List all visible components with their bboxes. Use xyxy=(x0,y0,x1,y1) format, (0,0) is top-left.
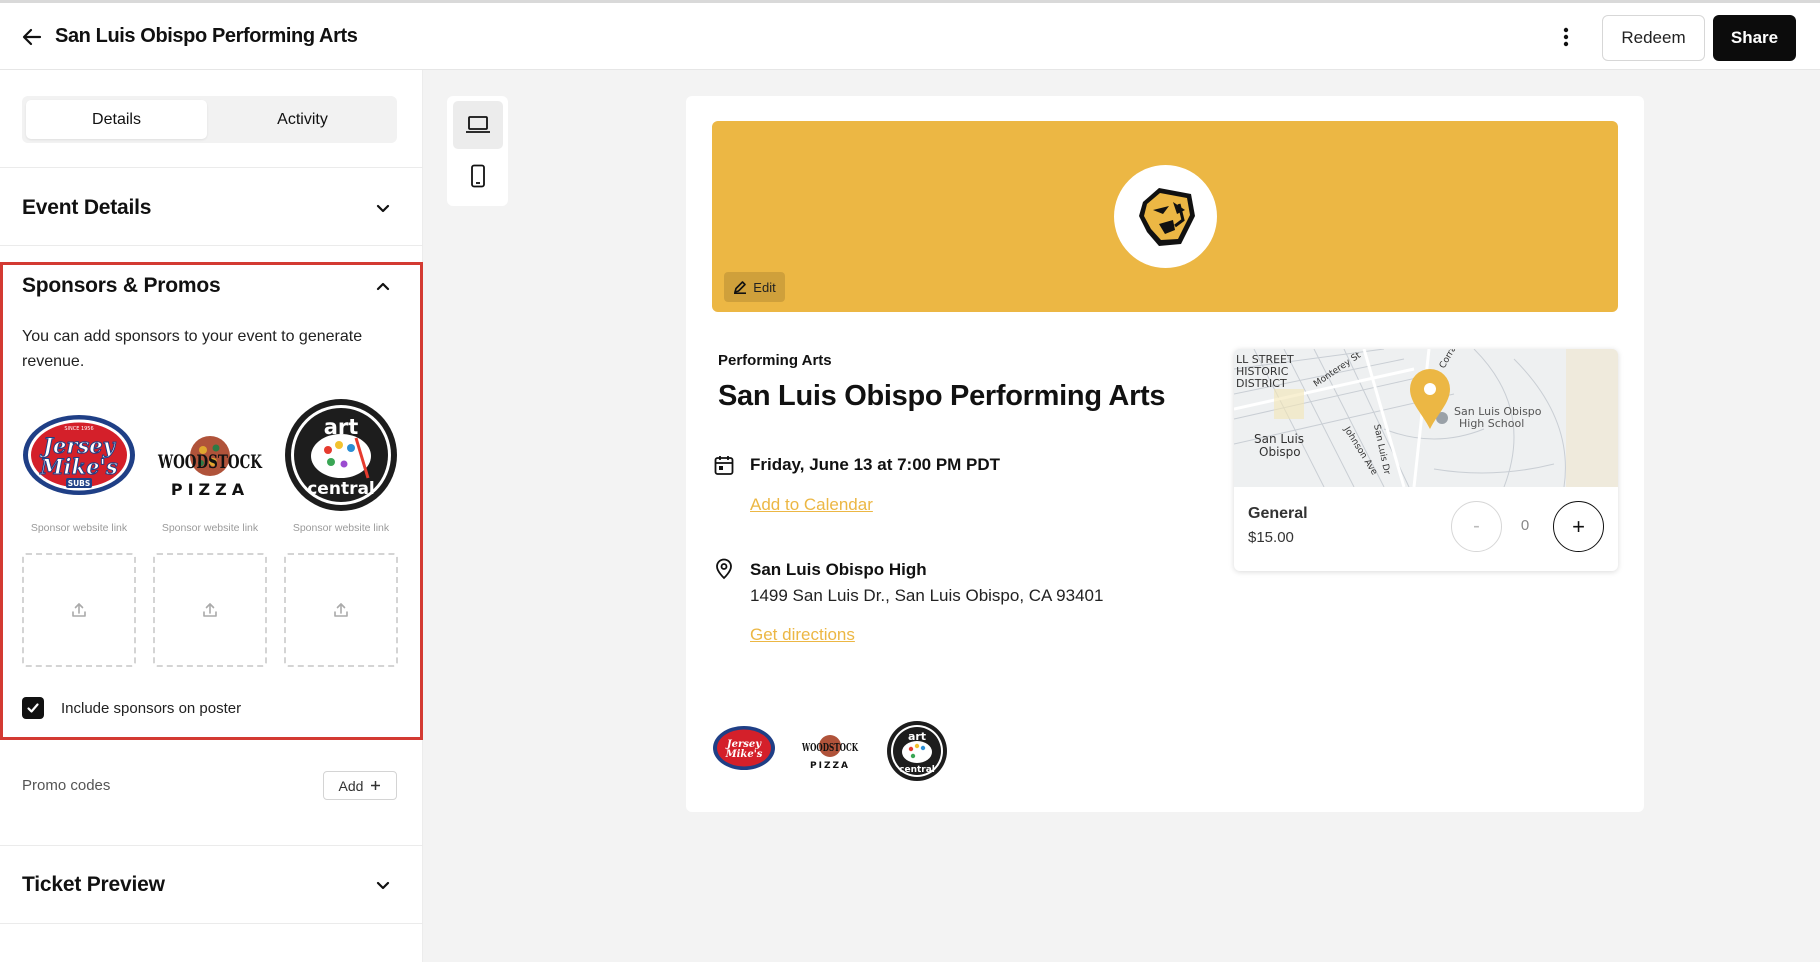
map-label: DISTRICT xyxy=(1236,377,1287,390)
sponsor-logo-woodstock[interactable]: WOODSTOCK PIZZA xyxy=(153,398,267,512)
jersey-sub-text: SUBS xyxy=(68,479,91,488)
location-pin-icon xyxy=(716,558,732,580)
ticket-preview-header[interactable]: Ticket Preview xyxy=(22,873,165,897)
add-to-calendar-link[interactable]: Add to Calendar xyxy=(750,495,873,515)
decrease-quantity-button[interactable]: - xyxy=(1451,501,1502,552)
event-details-header[interactable]: Event Details xyxy=(22,196,151,220)
sponsor-upload-slot[interactable] xyxy=(153,553,267,667)
sidebar: Details Activity Event Details Sponsors … xyxy=(0,70,423,962)
footer-sponsor-jersey-mikes[interactable]: Jersey Mike's xyxy=(712,724,776,772)
event-category: Performing Arts xyxy=(718,352,832,369)
check-icon xyxy=(27,703,39,713)
footer-pizza-text: PIZZA xyxy=(810,761,850,771)
arrow-left-icon[interactable] xyxy=(20,25,44,49)
kebab-icon[interactable] xyxy=(1556,25,1576,49)
sponsor-logo-art-central[interactable]: art central xyxy=(284,398,398,512)
venue-name: San Luis Obispo High xyxy=(750,560,927,579)
device-toggle xyxy=(447,96,508,206)
calendar-icon xyxy=(714,456,734,475)
top-bar: San Luis Obispo Performing Arts Redeem S… xyxy=(0,0,1820,70)
promo-codes-label: Promo codes xyxy=(22,777,111,794)
share-button[interactable]: Share xyxy=(1713,15,1796,61)
map-ticket-card: LL STREET HISTORIC DISTRICT Monterey St … xyxy=(1234,349,1618,571)
jersey-line-2: Mike's xyxy=(39,454,118,479)
upload-icon xyxy=(203,603,217,617)
edit-banner-button[interactable]: Edit xyxy=(724,272,785,302)
event-preview-card: Edit Performing Arts San Luis Obispo Per… xyxy=(686,96,1644,812)
venue-map[interactable]: LL STREET HISTORIC DISTRICT Monterey St … xyxy=(1234,349,1618,487)
art-text: art xyxy=(324,415,359,439)
event-title: San Luis Obispo Performing Arts xyxy=(718,380,1166,412)
sponsors-header[interactable]: Sponsors & Promos xyxy=(22,274,221,298)
event-date: Friday, June 13 at 7:00 PM PDT xyxy=(750,455,1001,474)
ticket-quantity: 0 xyxy=(1520,517,1530,534)
map-label: San Luis xyxy=(1254,432,1304,446)
map-label: Obispo xyxy=(1259,445,1301,459)
upload-icon xyxy=(72,603,86,617)
edit-label: Edit xyxy=(753,279,776,295)
footer-jersey-line-2: Mike's xyxy=(725,749,763,760)
sponsor-link-2[interactable]: Sponsor website link xyxy=(145,522,275,534)
pencil-icon xyxy=(734,281,747,294)
sponsor-link-1[interactable]: Sponsor website link xyxy=(14,522,144,534)
include-sponsors-label: Include sponsors on poster xyxy=(61,700,242,717)
add-promo-button[interactable]: Add xyxy=(323,771,397,800)
tiger-mascot-icon xyxy=(1138,187,1195,246)
redeem-button[interactable]: Redeem xyxy=(1602,15,1705,61)
tab-details[interactable]: Details xyxy=(26,100,207,139)
increase-quantity-button[interactable]: + xyxy=(1553,501,1604,552)
footer-sponsor-art-central[interactable]: art central xyxy=(886,720,948,782)
page-title: San Luis Obispo Performing Arts xyxy=(55,25,358,47)
venue-address: 1499 San Luis Dr., San Luis Obispo, CA 9… xyxy=(750,586,1104,605)
jersey-top-text: SINCE 1956 xyxy=(64,426,93,432)
ticket-price: $15.00 xyxy=(1248,529,1294,546)
footer-sponsor-woodstock[interactable]: WOODSTOCK PIZZA xyxy=(800,724,860,772)
sponsor-upload-slot[interactable] xyxy=(284,553,398,667)
mobile-icon xyxy=(471,164,485,188)
sponsor-logo-jersey-mikes[interactable]: SINCE 1956 Jersey Mike's SUBS xyxy=(22,398,136,512)
central-text: central xyxy=(307,479,375,499)
laptop-icon xyxy=(466,116,490,133)
footer-art-text: art xyxy=(908,730,926,743)
get-directions-link[interactable]: Get directions xyxy=(750,625,855,645)
tab-bar: Details Activity xyxy=(22,96,397,143)
ticket-type-name: General xyxy=(1248,505,1308,522)
woodstock-text: WOODSTOCK xyxy=(157,451,263,473)
sponsor-link-3[interactable]: Sponsor website link xyxy=(276,522,406,534)
chevron-up-icon[interactable] xyxy=(372,275,394,297)
desktop-view-button[interactable] xyxy=(453,101,503,149)
add-promo-label: Add xyxy=(338,777,364,794)
chevron-down-icon[interactable] xyxy=(372,198,394,220)
sponsor-upload-slot[interactable] xyxy=(22,553,136,667)
pizza-text: PIZZA xyxy=(171,480,249,499)
tiger-logo xyxy=(1114,165,1217,268)
include-sponsors-checkbox[interactable] xyxy=(22,697,44,719)
upload-icon xyxy=(334,603,348,617)
plus-icon xyxy=(371,781,381,790)
event-banner: Edit xyxy=(712,121,1618,312)
tab-activity[interactable]: Activity xyxy=(212,100,393,139)
sponsors-description: You can add sponsors to your event to ge… xyxy=(22,328,363,370)
mobile-view-button[interactable] xyxy=(453,152,503,200)
divider xyxy=(0,167,423,168)
map-label: High School xyxy=(1459,417,1524,430)
chevron-down-icon[interactable] xyxy=(372,875,394,897)
divider xyxy=(0,845,423,846)
footer-woodstock-text: WOODSTOCK xyxy=(801,741,858,754)
divider xyxy=(0,923,423,924)
divider xyxy=(0,245,423,246)
footer-central-text: central xyxy=(899,765,935,775)
